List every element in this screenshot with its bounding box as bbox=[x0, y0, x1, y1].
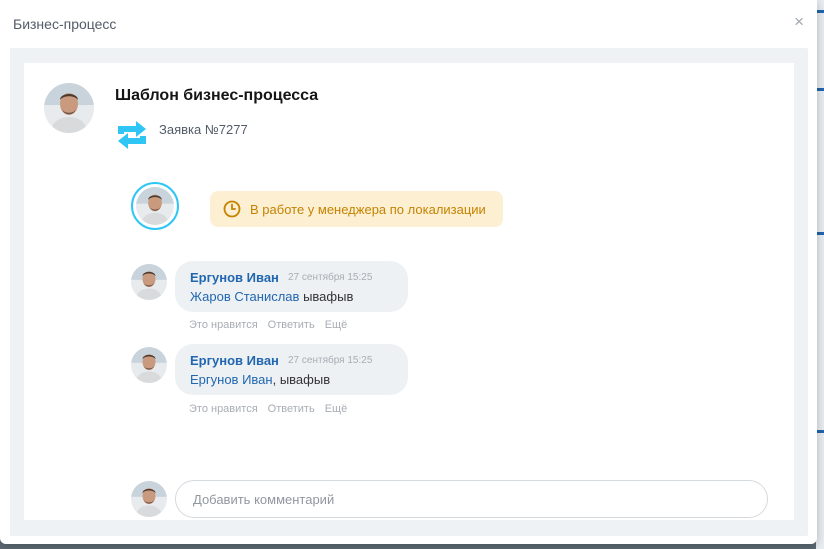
responsible-avatar[interactable] bbox=[136, 187, 174, 225]
comment-bubble: Ергунов Иван 27 сентября 15:25 Жаров Ста… bbox=[175, 261, 408, 312]
comment-author[interactable]: Ергунов Иван bbox=[190, 353, 279, 368]
responsible-avatar-ring bbox=[131, 182, 179, 230]
comment-bubble: Ергунов Иван 27 сентября 15:25 Ергунов И… bbox=[175, 344, 408, 395]
status-text: В работе у менеджера по локализации bbox=[250, 201, 486, 217]
like-button[interactable]: Это нравится bbox=[189, 403, 258, 415]
comment-time: 27 сентября 15:25 bbox=[288, 272, 373, 283]
business-process-dialog: Бизнес-процесс × Шаблон бизнес-процесса bbox=[0, 0, 817, 544]
process-card: Шаблон бизнес-процесса Заявка №7277 В ра… bbox=[24, 63, 794, 520]
add-comment-input[interactable] bbox=[175, 480, 768, 518]
background-page-edge bbox=[816, 0, 824, 549]
comment-time: 27 сентября 15:25 bbox=[288, 355, 373, 366]
comment-avatar[interactable] bbox=[131, 264, 167, 300]
comment-body: Жаров Станислав ывафыв bbox=[190, 289, 353, 304]
more-button[interactable]: Ещё bbox=[325, 403, 348, 415]
clock-icon bbox=[223, 200, 241, 218]
like-button[interactable]: Это нравится bbox=[189, 319, 258, 331]
comment-mention[interactable]: Ергунов Иван bbox=[190, 372, 273, 387]
process-title: Шаблон бизнес-процесса bbox=[115, 87, 319, 104]
author-avatar[interactable] bbox=[44, 83, 94, 133]
content-frame: Шаблон бизнес-процесса Заявка №7277 В ра… bbox=[10, 48, 808, 536]
comment-actions: Это нравится Ответить Ещё bbox=[189, 319, 357, 331]
close-icon[interactable]: × bbox=[794, 12, 804, 32]
dialog-title: Бизнес-процесс bbox=[13, 16, 117, 32]
current-user-avatar[interactable] bbox=[131, 481, 167, 517]
comment-body: Ергунов Иван, ывафыв bbox=[190, 372, 330, 387]
comment-text: , ывафыв bbox=[272, 372, 331, 387]
status-badge: В работе у менеджера по локализации bbox=[210, 191, 503, 227]
comment-avatar[interactable] bbox=[131, 347, 167, 383]
comment-mention[interactable]: Жаров Станислав bbox=[190, 289, 299, 304]
reply-button[interactable]: Ответить bbox=[268, 319, 315, 331]
comment-author[interactable]: Ергунов Иван bbox=[190, 270, 279, 285]
repeat-arrows-icon bbox=[115, 118, 149, 157]
process-subtitle: Заявка №7277 bbox=[159, 122, 248, 137]
reply-button[interactable]: Ответить bbox=[268, 403, 315, 415]
comment-text: ывафыв bbox=[299, 289, 354, 304]
more-button[interactable]: Ещё bbox=[325, 319, 348, 331]
comment-actions: Это нравится Ответить Ещё bbox=[189, 403, 357, 415]
